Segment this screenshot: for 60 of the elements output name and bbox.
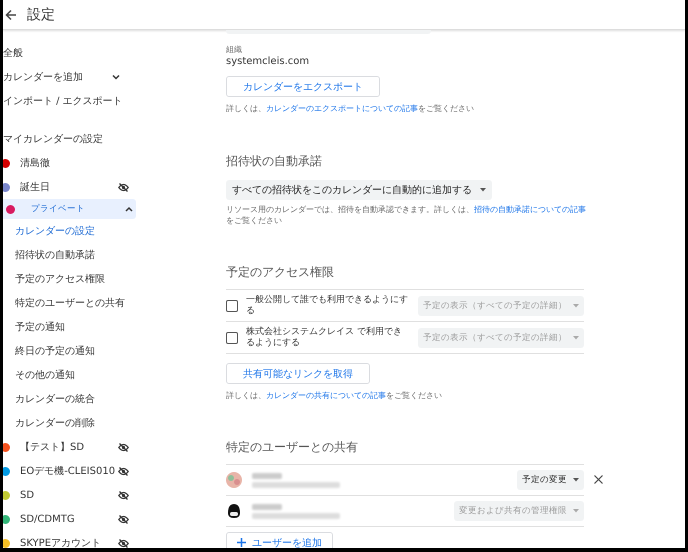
eye-off-icon[interactable] [118, 538, 129, 548]
section-title: 特定のユーザーとの共有 [226, 439, 359, 456]
section-title: 招待状の自動承諾 [226, 153, 323, 170]
dropdown[interactable]: すべての招待状をこのカレンダーに自動的に追加する [226, 180, 492, 200]
share-link-button[interactable]: 共有可能なリンクを取得 [226, 363, 370, 384]
help-link[interactable]: 招待の自動承諾についての記事 [474, 205, 586, 214]
eye-off-icon[interactable] [118, 182, 129, 192]
eye-off-icon[interactable] [118, 514, 129, 524]
sidebar-subitem[interactable]: カレンダーの設定 [3, 219, 203, 243]
help-text: 詳しくは、カレンダーの共有についての記事をご覧ください [226, 390, 443, 401]
dropdown-caret-icon [573, 509, 579, 513]
field-label: 組織 [226, 44, 243, 55]
sidebar-item[interactable]: 全般 [3, 41, 203, 65]
sidebar-subitem[interactable]: 予定の通知 [3, 315, 203, 339]
sidebar-subitem[interactable]: その他の通知 [3, 363, 203, 387]
eye-off-icon[interactable] [118, 466, 129, 476]
help-link[interactable]: カレンダーの共有についての記事 [266, 391, 386, 400]
eye-off-icon[interactable] [118, 442, 129, 452]
checkbox-label: 一般公開して誰でも利用できるようにする [246, 294, 409, 316]
sidebar-item[interactable]: インポート / エクスポート [3, 89, 203, 113]
back-arrow-icon[interactable] [5, 8, 17, 20]
sidebar-subitem[interactable]: カレンダーの統合 [3, 387, 203, 411]
calendar-item[interactable]: SD/CDMTG [3, 507, 136, 531]
organization-value: systemcleis.com [226, 56, 310, 67]
input-field[interactable] [226, 30, 431, 34]
dropdown-caret-icon [480, 188, 486, 192]
avatar-icon [226, 472, 242, 488]
dropdown-caret-icon [573, 304, 579, 308]
calendar-item[interactable]: SD [3, 483, 136, 507]
calendar-item[interactable]: 誕生日 [3, 175, 136, 199]
dropdown-caret-icon [573, 336, 579, 340]
help-text: 詳しくは、カレンダーのエクスポートについての記事をご覧ください [226, 103, 475, 114]
permission-dropdown[interactable]: 予定の変更 [517, 470, 584, 490]
help-link[interactable]: カレンダーのエクスポートについての記事 [266, 104, 418, 113]
section-heading: マイカレンダーの設定 [3, 132, 104, 147]
calendar-item[interactable]: 清島徹 [3, 151, 136, 175]
sidebar-subitem[interactable]: 招待状の自動承諾 [3, 243, 203, 267]
chevron-icon [125, 206, 133, 212]
calendar-item[interactable]: SKYPEアカウント [3, 531, 136, 548]
eye-off-icon[interactable] [118, 490, 129, 500]
redacted-name [252, 472, 282, 478]
dropdown-caret-icon [573, 478, 579, 482]
page-title: 設定 [27, 6, 55, 24]
sidebar-subitem[interactable]: 終日の予定の通知 [3, 339, 203, 363]
plus-icon [237, 538, 246, 547]
close-icon[interactable] [594, 475, 603, 484]
help-text: リソース用のカレンダーでは、招待を自動承認できます。詳しくは、招待の自動承諾についての記事 をご覧ください [226, 204, 586, 226]
add-user-button[interactable]: ユーザーを追加 [226, 532, 333, 548]
sidebar-item[interactable]: カレンダーを追加 [3, 65, 203, 89]
redacted-name [252, 504, 282, 510]
calendar-item[interactable]: プライベート [3, 199, 136, 219]
sidebar-subitem[interactable]: 特定のユーザーとの共有 [3, 291, 203, 315]
avatar-icon [226, 503, 242, 519]
checkbox-label: 株式会社システムクレイス で利用できるようにする [246, 326, 403, 348]
sidebar-subitem[interactable]: カレンダーの削除 [3, 411, 203, 435]
export-button[interactable]: カレンダーをエクスポート [226, 76, 380, 97]
calendar-item[interactable]: EOデモ機-CLEIS010 [3, 459, 136, 483]
calendar-item[interactable]: 【テスト】SD [3, 435, 136, 459]
section-title: 予定のアクセス権限 [226, 264, 335, 281]
sidebar-subitem[interactable]: 予定のアクセス権限 [3, 267, 203, 291]
